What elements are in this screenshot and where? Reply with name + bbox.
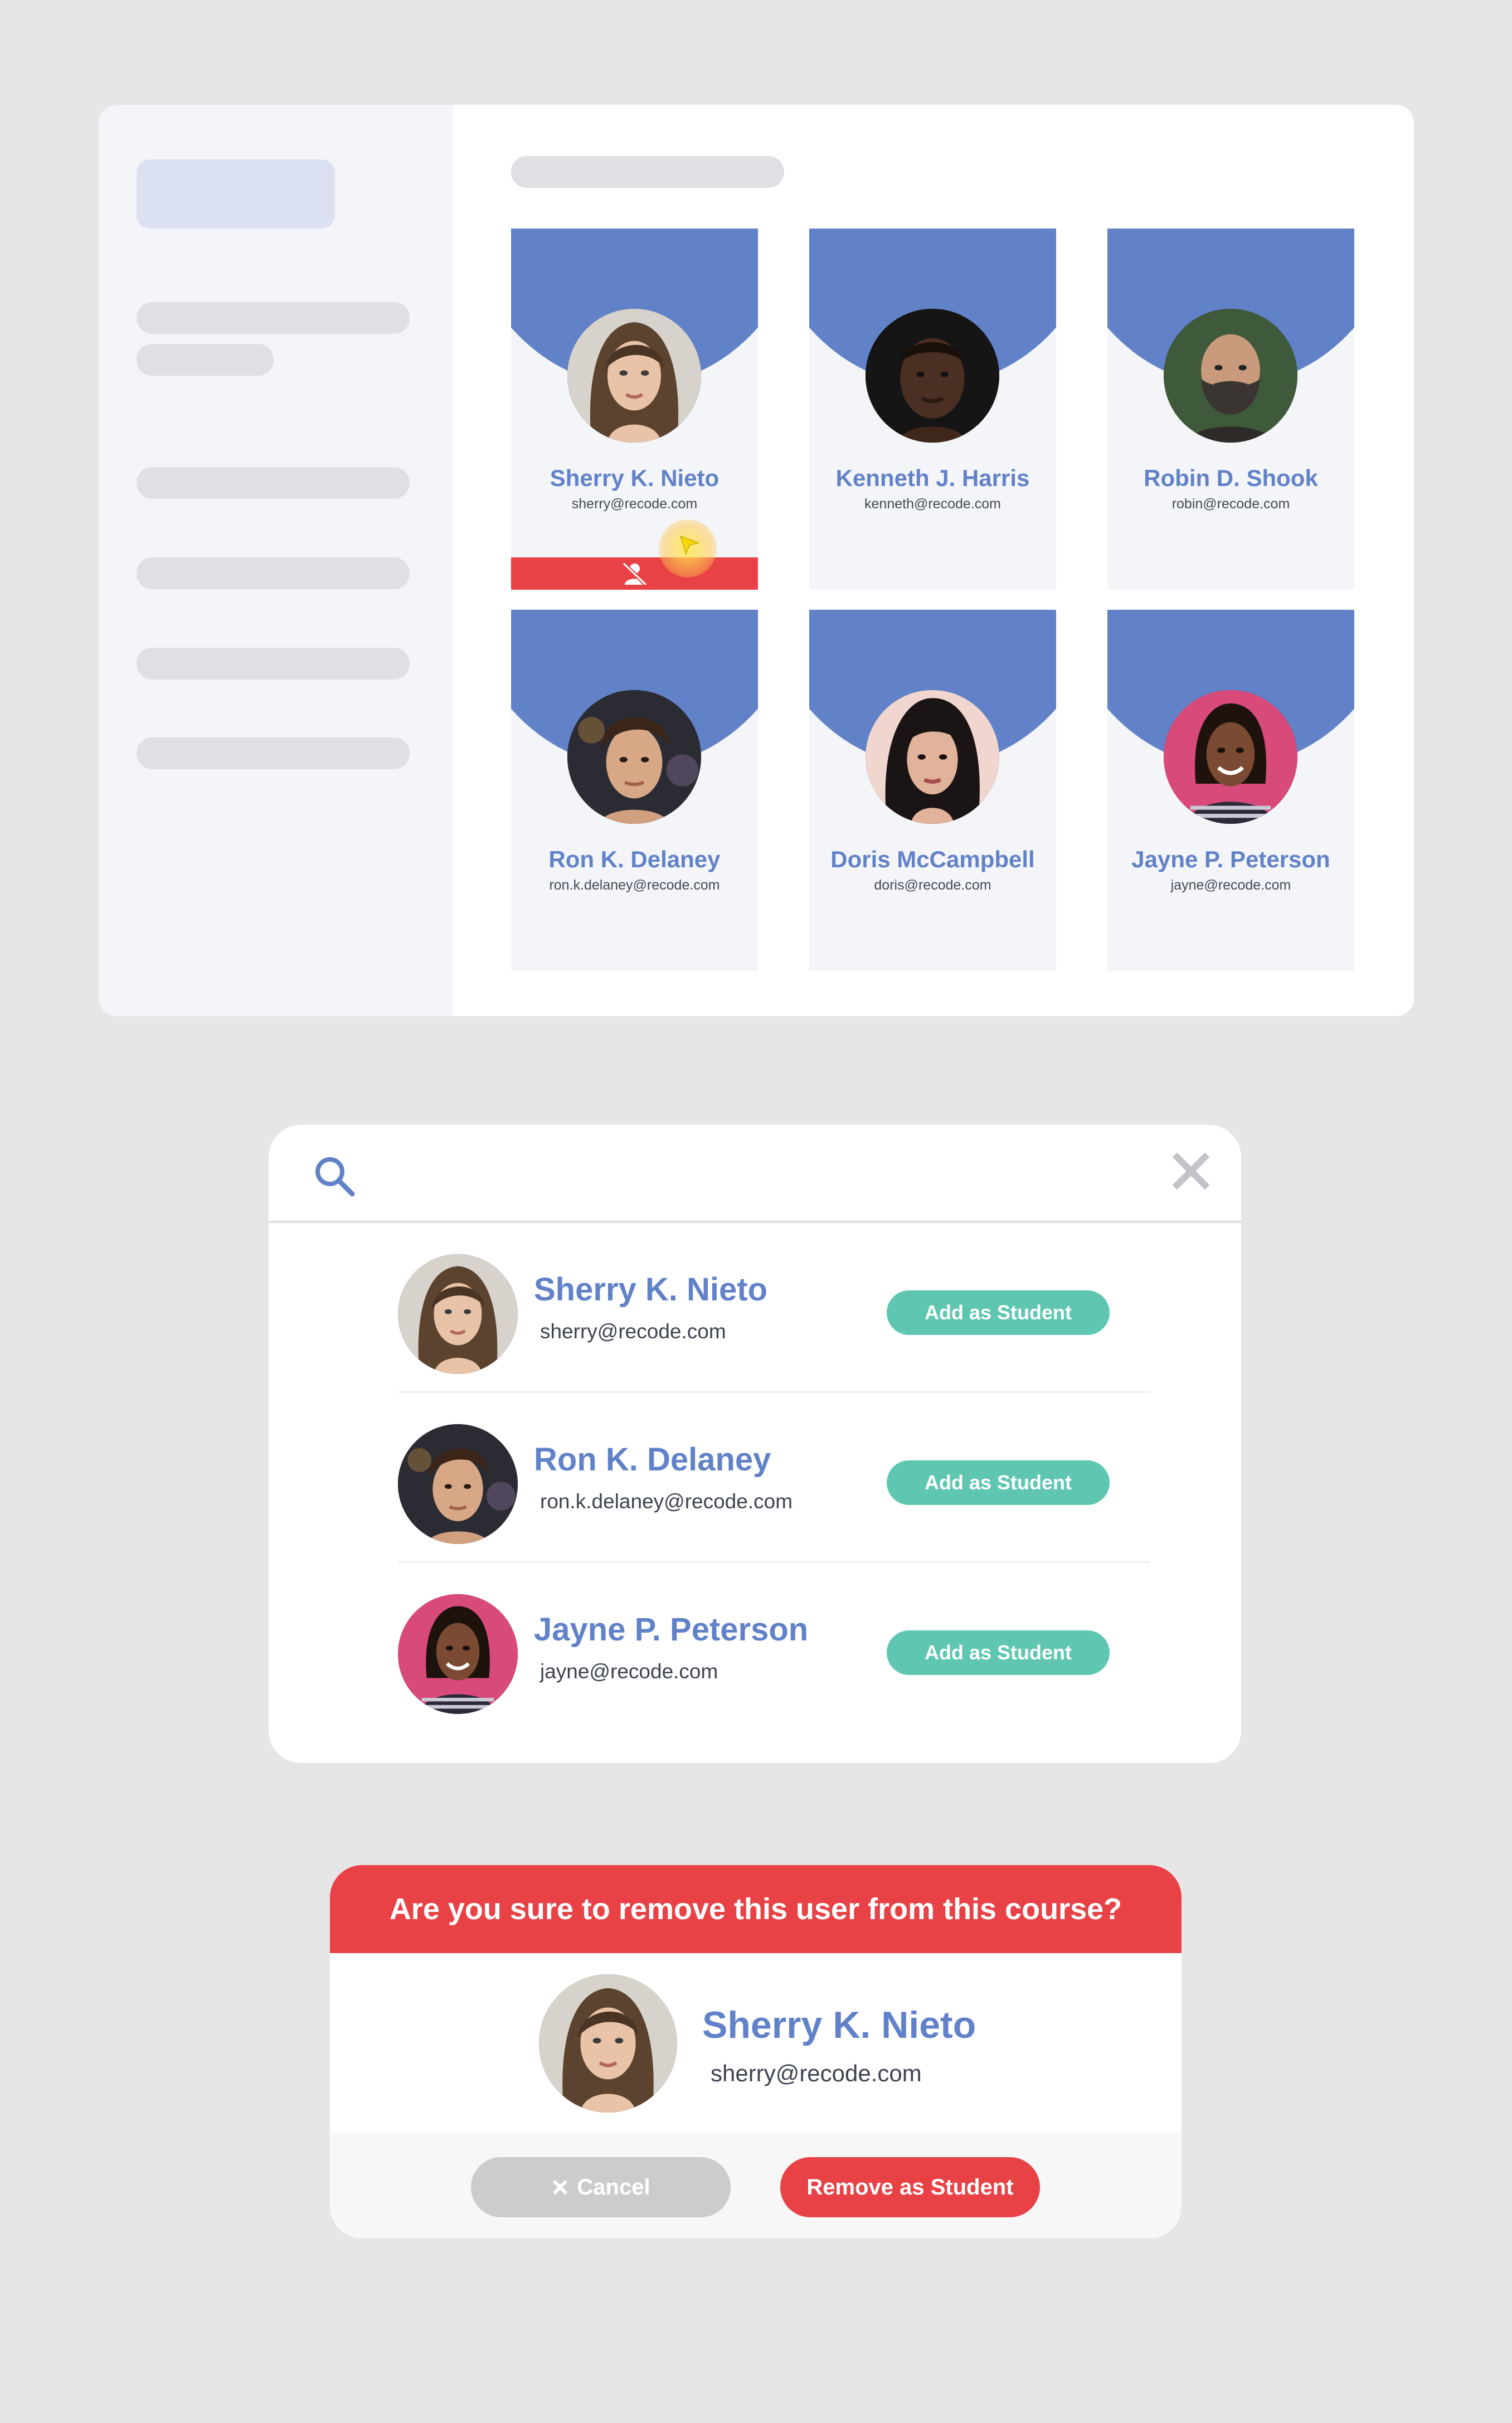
avatar-photo — [398, 1254, 518, 1374]
student-email: doris@recode.com — [874, 877, 991, 893]
student-card[interactable]: Doris McCampbell doris@recode.com — [809, 610, 1056, 971]
avatar — [1164, 309, 1297, 443]
remove-as-student-button[interactable]: Remove as Student — [780, 2157, 1040, 2217]
avatar-photo — [1164, 309, 1297, 443]
student-card[interactable]: Ron K. Delaney ron.k.delaney@recode.com — [511, 610, 758, 971]
student-card[interactable]: Jayne P. Peterson jayne@recode.com — [1107, 610, 1354, 971]
student-email: ron.k.delaney@recode.com — [549, 877, 720, 893]
add-as-student-button[interactable]: Add as Student — [887, 1290, 1110, 1335]
dialog-footer: Cancel Remove as Student — [330, 2133, 1182, 2239]
add-as-student-button[interactable]: Add as Student — [887, 1460, 1110, 1505]
dialog-title: Are you sure to remove this user from th… — [330, 1865, 1182, 1953]
student-name: Jayne P. Peterson — [1131, 846, 1330, 872]
result-email: jayne@recode.com — [540, 1660, 718, 1683]
student-card[interactable]: Kenneth J. Harris kenneth@recode.com — [809, 229, 1056, 590]
remove-user-icon — [622, 562, 647, 586]
avatar-photo — [866, 309, 999, 443]
student-email: jayne@recode.com — [1170, 877, 1291, 893]
sidebar-text-placeholder — [137, 344, 274, 376]
avatar — [866, 309, 999, 443]
avatar-photo — [567, 690, 701, 824]
sidebar-nav-placeholder[interactable] — [137, 737, 410, 769]
avatar-photo — [1164, 690, 1297, 824]
avatar — [539, 1974, 677, 2113]
sidebar-nav-placeholder[interactable] — [137, 467, 410, 499]
student-card[interactable]: Robin D. Shook robin@recode.com — [1107, 229, 1354, 590]
student-name: Doris McCampbell — [830, 846, 1035, 872]
avatar-photo — [539, 1974, 677, 2113]
avatar-photo — [398, 1594, 518, 1714]
sidebar-logo-placeholder — [137, 159, 335, 229]
result-email: ron.k.delaney@recode.com — [540, 1490, 793, 1513]
cancel-label: Cancel — [577, 2174, 650, 2199]
dialog-user-email: sherry@recode.com — [711, 2060, 922, 2086]
sidebar — [99, 105, 453, 1016]
sidebar-nav-placeholder[interactable] — [137, 648, 410, 679]
result-name: Ron K. Delaney — [534, 1441, 771, 1478]
avatar — [398, 1594, 518, 1714]
avatar — [398, 1254, 518, 1374]
student-name: Kenneth J. Harris — [835, 465, 1030, 491]
result-name: Sherry K. Nieto — [534, 1271, 767, 1308]
close-icon — [553, 2179, 568, 2195]
result-name: Jayne P. Peterson — [534, 1611, 809, 1648]
avatar — [567, 690, 701, 824]
remove-student-dialog: Are you sure to remove this user from th… — [330, 1865, 1182, 2239]
search-result-row: Sherry K. Nieto sherry@recode.com Add as… — [398, 1223, 1150, 1393]
page-title-placeholder — [511, 156, 784, 188]
dialog-user-name: Sherry K. Nieto — [702, 2004, 976, 2046]
avatar-photo — [866, 690, 999, 824]
avatar — [866, 690, 999, 824]
student-name: Sherry K. Nieto — [550, 465, 719, 491]
student-email: kenneth@recode.com — [864, 496, 1001, 512]
student-email: sherry@recode.com — [571, 496, 698, 512]
avatar-photo — [398, 1424, 518, 1544]
add-as-student-button[interactable]: Add as Student — [887, 1630, 1110, 1675]
student-name: Ron K. Delaney — [548, 846, 721, 872]
avatar — [567, 309, 701, 443]
avatar-photo — [567, 309, 701, 443]
close-icon[interactable] — [1173, 1153, 1209, 1189]
avatar — [1164, 690, 1297, 824]
result-email: sherry@recode.com — [540, 1320, 726, 1343]
student-card[interactable]: Sherry K. Nieto sherry@recode.com — [511, 229, 758, 590]
search-bar — [269, 1125, 1241, 1223]
sidebar-nav-placeholder[interactable] — [137, 557, 410, 589]
search-icon — [315, 1157, 355, 1197]
student-email: robin@recode.com — [1171, 496, 1290, 512]
search-result-row: Ron K. Delaney ron.k.delaney@recode.com … — [398, 1393, 1150, 1563]
cancel-button[interactable]: Cancel — [471, 2157, 731, 2217]
student-name: Robin D. Shook — [1144, 465, 1318, 491]
avatar — [398, 1424, 518, 1544]
course-dashboard: Sherry K. Nieto sherry@recode.com Kennet… — [99, 105, 1414, 1016]
sidebar-text-placeholder — [137, 302, 410, 334]
cursor-icon — [679, 535, 700, 556]
search-input[interactable] — [375, 1147, 1116, 1201]
add-student-search-modal: Sherry K. Nieto sherry@recode.com Add as… — [269, 1125, 1241, 1763]
search-result-row: Jayne P. Peterson jayne@recode.com Add a… — [398, 1563, 1150, 1733]
remove-student-button[interactable] — [511, 557, 758, 590]
